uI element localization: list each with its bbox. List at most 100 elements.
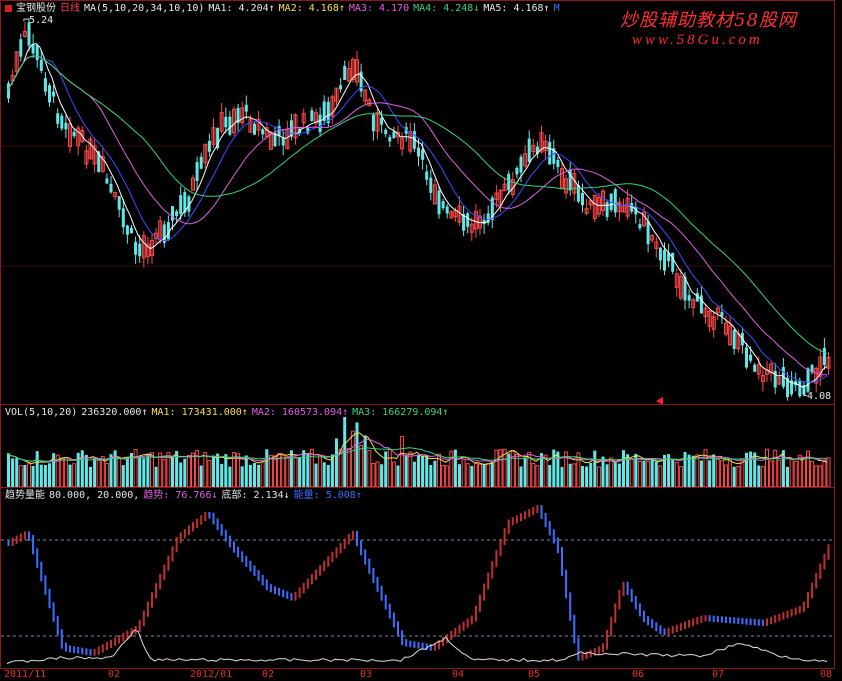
volume-bar [48,463,51,487]
price-pane[interactable]: 宝钢股份 日线 MA(5,10,20,34,10,10) MA1: 4.204↑ MA2… [0,0,836,406]
volume-bar [212,455,215,487]
candle-body [39,59,43,71]
date-tick: 2011/11 [4,669,47,680]
vol-ma1-value: MA1: 173431.000↑ [151,407,248,418]
volume-bar [712,454,716,487]
volume-bar [470,465,474,487]
candle-body [749,354,753,361]
volume-bar [100,456,105,488]
volume-bar [732,466,736,487]
volume-bar [350,430,355,488]
candle-body [556,159,560,168]
volume-bar [650,458,654,487]
candle-body [638,224,642,229]
vol-ma2-value: MA2: 160573.094↑ [251,407,349,418]
candlestick-chart[interactable] [1,1,836,406]
candle-body [56,113,60,124]
period-label[interactable]: 日线 [60,3,80,14]
candle-body [519,156,523,173]
volume-bar [814,465,819,488]
volume-bar [179,462,183,487]
volume-bar [683,451,687,487]
right-scrollbar[interactable] [835,0,842,681]
stock-name: 宝钢股份 [16,3,56,14]
volume-bar [421,456,425,487]
date-axis: 2011/11 02 2012/01 02 03 04 05 06 07 08 [0,669,835,681]
volume-bar [593,450,597,487]
candle-body [261,129,265,135]
volume-bar [367,450,372,488]
volume-bar [253,463,256,487]
volume-bar [486,463,491,488]
candle-body [417,147,420,157]
volume-bar [629,458,634,488]
volume-bar [719,460,724,488]
volume-bar [400,435,405,488]
candle-body [388,137,392,142]
volume-bar [449,450,454,488]
candle-body [507,173,511,191]
candle-body [343,65,347,80]
volume-bar [199,465,203,487]
candle-body [380,117,384,125]
volume-bar [80,450,84,487]
volume-bar [228,466,232,487]
candle-body [732,330,736,349]
candle-body [171,206,174,221]
candle-body [48,85,51,103]
candle-body [466,213,470,227]
volume-bar [72,463,77,488]
volume-bar [257,464,261,487]
candle-body [515,167,519,175]
indicator-chart[interactable] [1,488,836,670]
ma5-value: MA5: 4.168↑ [483,3,550,14]
volume-bar [191,452,195,488]
volume-bar [589,462,593,487]
volume-bar [695,454,700,488]
volume-bar [637,460,642,488]
volume-bar [39,464,43,487]
volume-bar [478,463,482,488]
volume-bar [760,466,765,488]
candle-body [437,190,441,215]
volume-bar [715,458,720,488]
date-tick: 02 [262,669,275,680]
volume-bar [121,465,125,487]
candle-body [753,364,757,372]
volume-bar [806,450,810,488]
ma2-line [6,55,828,383]
volume-bar [104,463,109,488]
volume-bar [96,459,101,488]
volume-bar [613,462,617,487]
indicator-extra: 能量: 5.008↑ [293,490,362,501]
volume-bar [138,455,142,487]
volume-bar [142,458,146,487]
volume-bar [396,465,400,487]
candle-body [179,195,183,214]
indicator-params: 80.000, 20.000, [49,490,140,501]
volume-bar [708,460,712,487]
date-tick: 2012/01 [190,669,233,680]
volume-bar [240,466,244,487]
volume-bar [765,448,769,488]
candle-body [445,206,449,214]
volume-bar [35,451,39,487]
volume-pane[interactable]: VOL(5,10,20) 236320.000↑ MA1: 173431.000↑ M… [0,404,835,488]
volume-bar [363,435,367,487]
candle-body [253,123,256,135]
volume-bar [671,459,675,487]
candle-body [19,39,23,57]
volume-bar [171,457,174,487]
indicator-pane[interactable]: 趋势量能 80.000, 20.000, 趋势: 76.766↓ 底部: 2.134↓… [0,487,836,670]
volume-bar [265,449,269,487]
date-tick: 08 [820,669,833,680]
candle-body [806,368,810,392]
date-tick: 07 [712,669,725,680]
indicator-name: 趋势量能 [5,490,45,501]
ma3-value: MA3: 4.170 [348,3,410,14]
indicator-header: 趋势量能 80.000, 20.000, 趋势: 76.766↓ 底部: 2.134↓… [5,490,366,502]
volume-bar [642,460,646,487]
volume-bar [68,464,72,487]
volume-bar [220,463,224,487]
volume-bar [461,456,466,488]
